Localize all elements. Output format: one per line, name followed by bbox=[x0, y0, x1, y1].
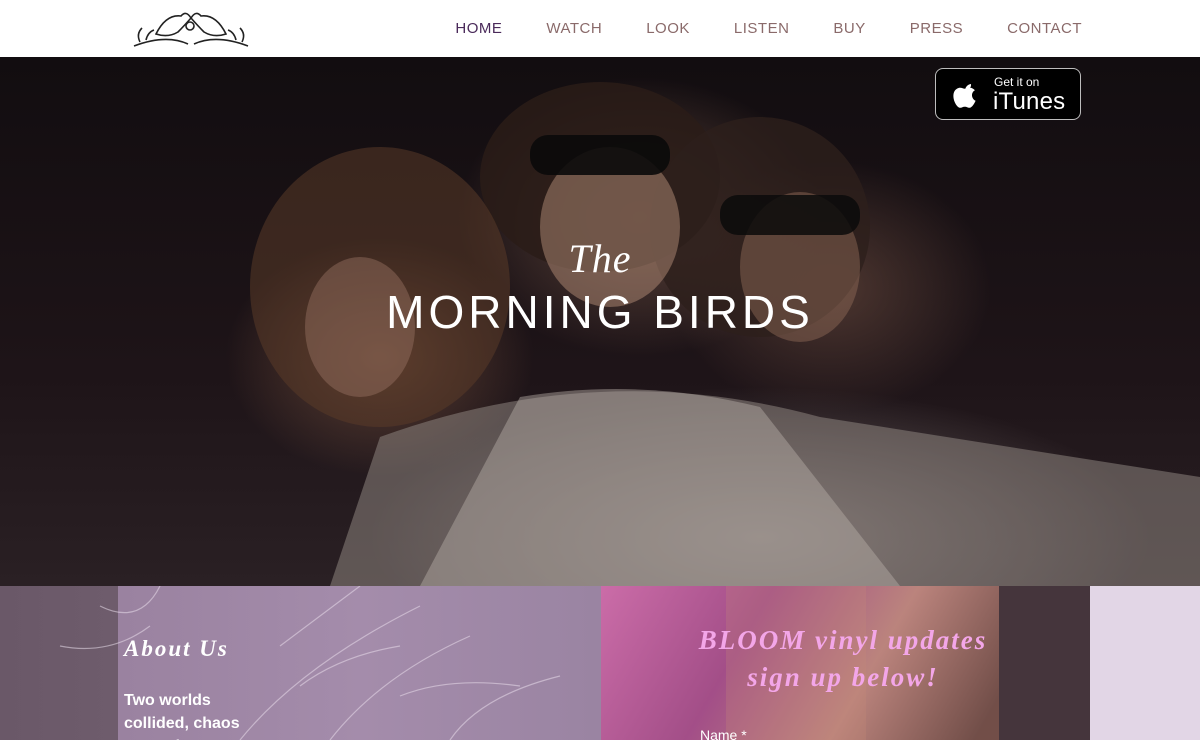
name-field-label: Name * bbox=[700, 727, 747, 740]
nav-contact[interactable]: CONTACT bbox=[1007, 20, 1082, 37]
nav-press[interactable]: PRESS bbox=[910, 20, 963, 37]
nav-home[interactable]: HOME bbox=[455, 20, 502, 37]
about-title: About Us bbox=[124, 636, 229, 661]
band-title-the: The bbox=[568, 236, 632, 281]
signup-title-line1: BLOOM vinyl updates bbox=[698, 625, 988, 655]
signup-title: BLOOM vinyl updates sign up below! bbox=[601, 622, 1085, 696]
nav-buy[interactable]: BUY bbox=[833, 20, 865, 37]
hero-banner: Get it on iTunes The MORNING BIRDS bbox=[0, 57, 1200, 586]
site-header: HOME WATCH LOOK LISTEN BUY PRESS CONTACT bbox=[0, 0, 1200, 57]
main-nav: HOME WATCH LOOK LISTEN BUY PRESS CONTACT bbox=[411, 0, 1082, 57]
doves-logo-icon[interactable] bbox=[126, 4, 256, 54]
signup-section: BLOOM vinyl updates sign up below! Name … bbox=[601, 586, 1090, 740]
itunes-big-text: iTunes bbox=[993, 88, 1066, 115]
signup-title-line2: sign up below! bbox=[747, 662, 939, 692]
band-title-name: MORNING BIRDS bbox=[386, 286, 814, 338]
nav-look[interactable]: LOOK bbox=[646, 20, 690, 37]
nav-listen[interactable]: LISTEN bbox=[734, 20, 790, 37]
apple-icon bbox=[953, 84, 976, 108]
about-text: Two worlds collided, chaos ensued... bbox=[124, 692, 240, 740]
about-section: About Us Two worlds collided, chaos ensu… bbox=[0, 586, 601, 740]
branches-background bbox=[59, 586, 561, 740]
nav-watch[interactable]: WATCH bbox=[546, 20, 602, 37]
itunes-badge-button[interactable]: Get it on iTunes bbox=[935, 68, 1081, 120]
itunes-small-text: Get it on bbox=[994, 75, 1040, 89]
side-panel bbox=[1090, 586, 1200, 740]
